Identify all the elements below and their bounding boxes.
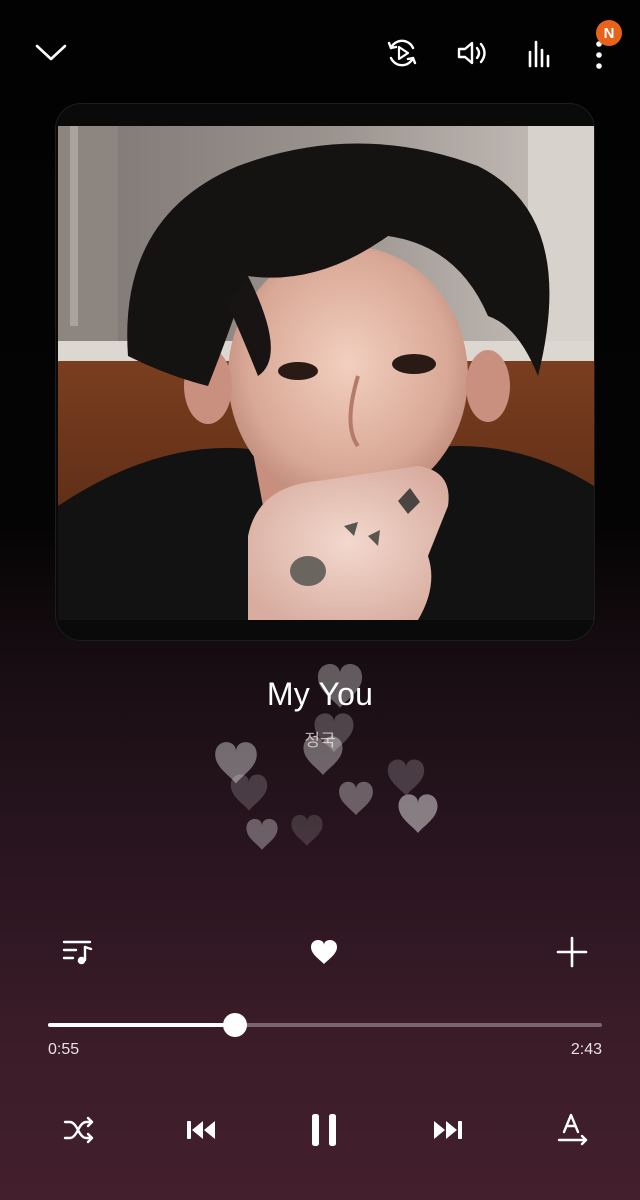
album-cover-image: [58, 126, 594, 620]
notification-badge: N: [596, 20, 622, 46]
lyrics-icon: [556, 1112, 590, 1148]
lyrics-button[interactable]: [552, 1108, 594, 1152]
cast-play-icon: [385, 36, 419, 70]
artist-name[interactable]: 정국: [0, 726, 640, 751]
chevron-down-icon: [35, 44, 67, 62]
collapse-button[interactable]: [30, 36, 72, 70]
queue-button[interactable]: [56, 932, 100, 972]
plus-icon: [556, 936, 588, 968]
album-art[interactable]: [55, 103, 595, 641]
add-to-playlist-button[interactable]: [552, 932, 592, 972]
shuffle-icon: [62, 1116, 96, 1144]
elapsed-time: 0:55: [48, 1041, 80, 1058]
seek-bar-progress: [48, 1023, 235, 1027]
pause-button[interactable]: [302, 1106, 346, 1154]
heart-icon: [339, 781, 373, 816]
seek-bar-thumb[interactable]: [222, 1013, 247, 1037]
heart-icon: [398, 794, 438, 833]
heart-icon: [230, 774, 268, 811]
playlist-icon: [61, 937, 95, 967]
volume-icon: [455, 36, 489, 70]
seek-bar[interactable]: [48, 1013, 602, 1037]
previous-icon: [185, 1119, 217, 1141]
more-vertical-icon: [595, 40, 603, 70]
heart-icon: [291, 814, 323, 846]
next-icon: [432, 1119, 464, 1141]
previous-button[interactable]: [180, 1110, 222, 1150]
pause-icon: [309, 1112, 339, 1148]
heart-icon: [246, 818, 278, 850]
heart-icon: [387, 759, 425, 796]
equalizer-button[interactable]: [522, 35, 558, 71]
heart-filled-icon: [309, 939, 339, 965]
next-button[interactable]: [427, 1110, 469, 1150]
like-button[interactable]: [303, 932, 345, 972]
equalizer-icon: [525, 38, 555, 68]
cast-play-button[interactable]: [382, 33, 422, 73]
total-duration: 2:43: [570, 1041, 602, 1058]
song-title: My You: [266, 676, 374, 712]
volume-button[interactable]: [452, 33, 492, 73]
shuffle-button[interactable]: [58, 1110, 100, 1150]
